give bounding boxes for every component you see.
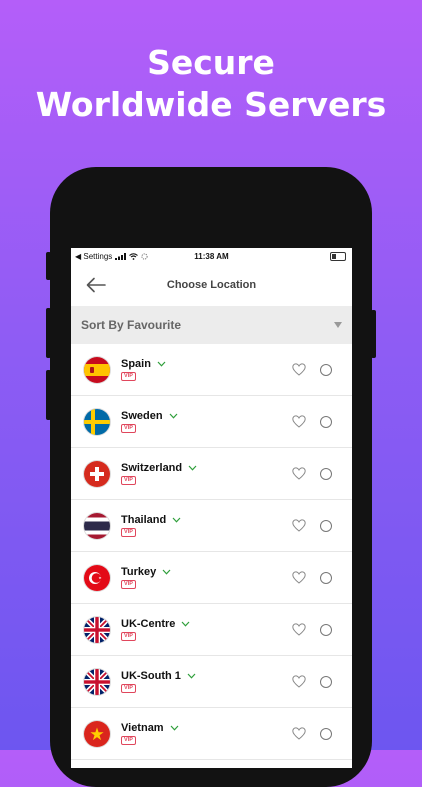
headline-line-1: Secure <box>147 43 275 82</box>
sweden-flag-icon <box>84 408 110 435</box>
select-radio[interactable] <box>320 364 332 376</box>
phone-volume-up-button <box>46 308 51 358</box>
location-name: UK-South 1 <box>121 670 181 682</box>
vietnam-flag-icon <box>84 720 110 747</box>
vip-badge: VIP <box>121 736 136 745</box>
heart-icon[interactable] <box>292 571 306 584</box>
location-row[interactable]: Vietnam VIP <box>71 708 352 760</box>
location-name: UK-Centre <box>121 618 176 630</box>
location-name: Spain <box>121 358 151 370</box>
chevron-down-icon[interactable] <box>187 673 196 679</box>
location-list: Spain VIP Sweden VIP Switzerland VIP Tha… <box>71 344 352 760</box>
location-row[interactable]: Spain VIP <box>71 344 352 396</box>
location-row[interactable]: Turkey VIP <box>71 552 352 604</box>
vip-badge: VIP <box>121 580 136 589</box>
heart-icon[interactable] <box>292 727 306 740</box>
select-radio[interactable] <box>320 728 332 740</box>
status-time: 11:38 AM <box>194 251 229 261</box>
headline-line-2: Worldwide Servers <box>35 85 387 124</box>
vip-badge: VIP <box>121 528 136 537</box>
chevron-down-icon[interactable] <box>181 621 190 627</box>
uk-flag-icon <box>84 668 110 695</box>
location-name: Sweden <box>121 410 163 422</box>
location-row[interactable]: UK-South 1 VIP <box>71 656 352 708</box>
select-radio[interactable] <box>320 676 332 688</box>
select-radio[interactable] <box>320 520 332 532</box>
back-arrow-icon[interactable] <box>85 274 107 296</box>
headline: Secure Worldwide Servers <box>0 42 422 126</box>
thailand-flag-icon <box>84 512 110 539</box>
location-name: Switzerland <box>121 462 183 474</box>
heart-icon[interactable] <box>292 623 306 636</box>
select-radio[interactable] <box>320 624 332 636</box>
page-title: Choose Location <box>166 279 257 291</box>
chevron-down-icon[interactable] <box>162 569 171 575</box>
vip-badge: VIP <box>121 632 136 641</box>
chevron-down-icon[interactable] <box>188 465 197 471</box>
vip-badge: VIP <box>121 476 136 485</box>
select-radio[interactable] <box>320 572 332 584</box>
location-row[interactable]: Switzerland VIP <box>71 448 352 500</box>
phone-mute-button <box>46 252 51 280</box>
chevron-down-icon[interactable] <box>169 413 178 419</box>
app-screen: ◀ Settings 11:38 AM Choose Location Sort… <box>71 248 352 768</box>
status-bar: ◀ Settings 11:38 AM <box>71 248 352 264</box>
heart-icon[interactable] <box>292 363 306 376</box>
sort-dropdown[interactable]: Sort By Favourite <box>71 306 352 344</box>
heart-icon[interactable] <box>292 675 306 688</box>
location-row[interactable]: Thailand VIP <box>71 500 352 552</box>
select-radio[interactable] <box>320 468 332 480</box>
location-name: Vietnam <box>121 722 164 734</box>
location-row[interactable]: UK-Centre VIP <box>71 604 352 656</box>
uk-flag-icon <box>84 616 110 643</box>
location-name: Thailand <box>121 514 167 526</box>
switzerland-flag-icon <box>84 460 110 487</box>
spain-flag-icon <box>84 356 110 383</box>
phone-volume-down-button <box>46 370 51 420</box>
vip-badge: VIP <box>121 372 136 381</box>
chevron-down-icon[interactable] <box>170 725 179 731</box>
battery-icon <box>330 252 346 261</box>
dropdown-caret-icon <box>334 322 342 328</box>
phone-power-button <box>371 310 376 358</box>
heart-icon[interactable] <box>292 467 306 480</box>
heart-icon[interactable] <box>292 519 306 532</box>
heart-icon[interactable] <box>292 415 306 428</box>
turkey-flag-icon <box>84 564 110 591</box>
location-row[interactable]: Sweden VIP <box>71 396 352 448</box>
sort-label: Sort By Favourite <box>81 318 182 332</box>
chevron-down-icon[interactable] <box>172 517 181 523</box>
chevron-down-icon[interactable] <box>157 361 166 367</box>
vip-badge: VIP <box>121 424 136 433</box>
location-name: Turkey <box>121 566 157 578</box>
select-radio[interactable] <box>320 416 332 428</box>
vip-badge: VIP <box>121 684 136 693</box>
nav-bar: Choose Location <box>71 264 352 306</box>
